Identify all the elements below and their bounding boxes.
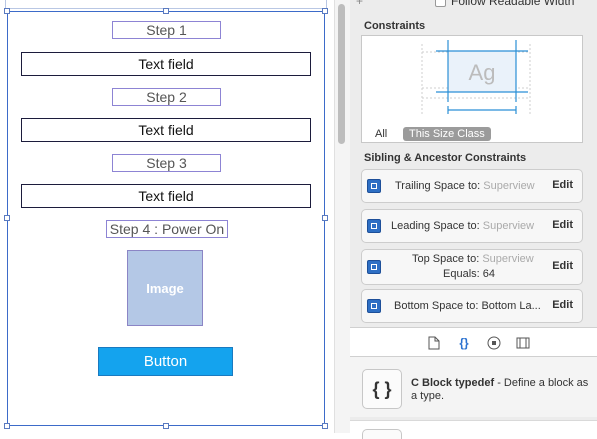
constraint-label-text: Top Space to: [412, 253, 480, 265]
resize-handle-bottom[interactable] [163, 423, 169, 429]
constraint-target: Superview [483, 180, 535, 192]
readable-width-checkbox[interactable] [435, 0, 446, 7]
constraint-equals: Equals: 64 [443, 268, 495, 280]
constraints-title: Constraints [364, 20, 426, 32]
canvas-scrollbar-thumb[interactable] [338, 4, 345, 144]
file-template-icon[interactable] [427, 336, 441, 350]
resize-handle-top[interactable] [163, 8, 169, 14]
object-icon[interactable] [487, 336, 501, 350]
constraint-target: Superview [482, 253, 534, 265]
edit-button[interactable]: Edit [552, 260, 573, 272]
bottom-constraint-icon [367, 299, 381, 313]
constraints-diagram[interactable]: Ag [362, 36, 582, 128]
filter-size-class[interactable]: This Size Class [403, 127, 491, 141]
code-snippet-icon[interactable]: {} [457, 336, 471, 350]
snippet-title: C Block typedef [411, 377, 495, 389]
button[interactable]: Button [98, 347, 233, 376]
resize-handle-left[interactable] [4, 215, 10, 221]
edit-button[interactable]: Edit [552, 219, 573, 231]
leading-constraint-icon [367, 219, 381, 233]
plus-icon[interactable]: + [356, 0, 363, 8]
snippet-description: C Block typedef - Define a block as a ty… [411, 377, 591, 403]
resize-handle-top-left[interactable] [4, 8, 10, 14]
readable-width-label: Follow Readable Width [451, 0, 575, 8]
sibling-constraints-title: Sibling & Ancestor Constraints [364, 152, 527, 164]
step-4-label[interactable]: Step 4 : Power On [106, 220, 228, 238]
resize-handle-bottom-right[interactable] [322, 423, 328, 429]
constraint-label: Bottom Space to: Bottom La... [394, 300, 541, 312]
step-2-label[interactable]: Step 2 [112, 88, 221, 106]
constraint-row-trailing[interactable]: Trailing Space to: Superview Edit [361, 169, 583, 203]
constraint-label: Trailing Space to: Superview [395, 180, 535, 192]
resize-handle-top-right[interactable] [322, 8, 328, 14]
snippet-next-icon [362, 429, 402, 439]
size-inspector: + Follow Readable Width Constraints Ag A… [350, 0, 597, 439]
constraint-label: Leading Space to: Superview [391, 220, 534, 232]
constraint-target: Bottom La... [481, 300, 541, 312]
snippet-item[interactable]: { } C Block typedef - Define a block as … [350, 357, 597, 417]
code-block-icon: { } [362, 369, 402, 409]
constraint-label-text: Bottom Space to: [394, 300, 479, 312]
constraint-row-bottom[interactable]: Bottom Space to: Bottom La... Edit [361, 289, 583, 323]
media-icon[interactable] [516, 336, 530, 350]
storyboard-canvas: Step 1 Text field Step 2 Text field Step… [0, 0, 340, 433]
resize-handle-right[interactable] [322, 215, 328, 221]
step-1-label[interactable]: Step 1 [112, 21, 221, 39]
text-field-3[interactable]: Text field [21, 184, 311, 208]
constraints-preview-text: Ag [469, 60, 496, 85]
constraint-equals-label: Equals: [443, 268, 480, 280]
text-field-2[interactable]: Text field [21, 118, 311, 142]
library-tab-bar: {} [350, 327, 597, 357]
snippet-item-next[interactable] [350, 420, 597, 439]
text-field-1[interactable]: Text field [21, 52, 311, 76]
step-3-label[interactable]: Step 3 [112, 154, 221, 172]
image-view[interactable]: Image [127, 250, 203, 326]
resize-handle-bottom-left[interactable] [4, 423, 10, 429]
constraint-equals-value: 64 [482, 268, 496, 280]
constraint-label: Top Space to: Superview [412, 253, 534, 265]
trailing-constraint-icon [367, 179, 381, 193]
constraint-target: Superview [482, 220, 535, 232]
top-constraint-icon [367, 260, 381, 274]
image-view-label: Image [146, 280, 184, 296]
constraint-label-text: Trailing Space to: [395, 180, 481, 192]
readable-width-row: + Follow Readable Width [350, 0, 597, 10]
filter-all[interactable]: All [375, 128, 387, 140]
edit-button[interactable]: Edit [552, 179, 573, 191]
constraint-label-text: Leading Space to: [391, 220, 480, 232]
constraint-row-leading[interactable]: Leading Space to: Superview Edit [361, 209, 583, 243]
edit-button[interactable]: Edit [552, 299, 573, 311]
constraint-row-top[interactable]: Top Space to: Superview Equals: 64 Edit [361, 249, 583, 285]
